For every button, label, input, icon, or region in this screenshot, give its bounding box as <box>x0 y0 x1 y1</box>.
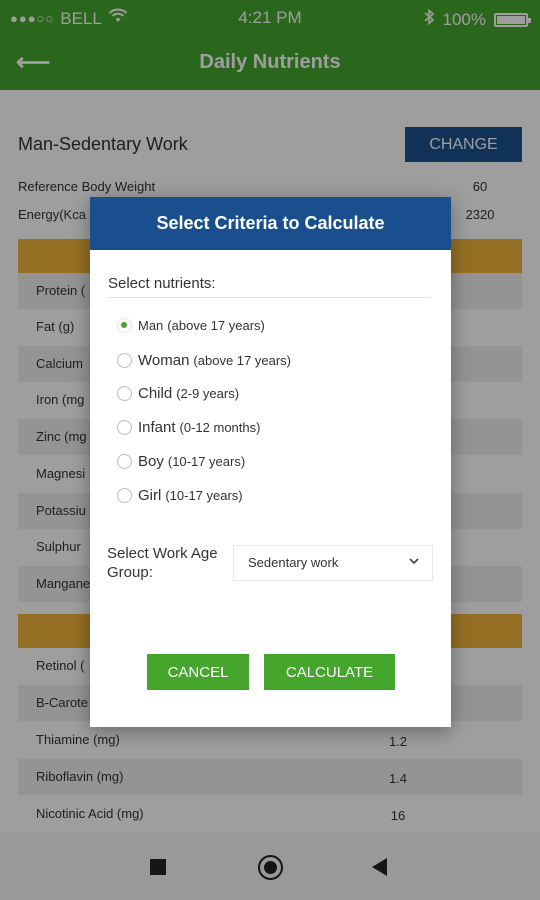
radio-option-boy[interactable]: Boy (10-17 years) <box>117 453 245 470</box>
radio-sublabel: (2-9 years) <box>176 386 240 401</box>
work-age-group-value: Sedentary work <box>248 555 339 570</box>
radio-label: Boy <box>138 453 164 470</box>
radio-option-woman[interactable]: Woman (above 17 years) <box>117 352 291 369</box>
radio-sublabel: (above 17 years) <box>193 353 291 368</box>
radio-option-man[interactable]: Man (above 17 years) <box>117 318 265 333</box>
radio-sublabel: (0-12 months) <box>179 420 261 435</box>
radio-selected-icon[interactable] <box>117 318 132 333</box>
divider <box>108 297 431 298</box>
radio-label: Girl <box>138 487 162 504</box>
select-nutrients-label: Select nutrients: <box>108 275 216 292</box>
radio-label: Child <box>138 385 173 402</box>
work-age-group-select[interactable]: Sedentary work <box>233 545 433 581</box>
radio-sublabel: (10-17 years) <box>165 488 243 503</box>
radio-label: Infant <box>138 419 176 436</box>
calculate-button[interactable]: CALCULATE <box>264 654 395 690</box>
radio-unselected-icon[interactable] <box>117 420 132 435</box>
work-age-group-label: Select Work Age Group: <box>107 545 218 581</box>
criteria-dialog: Select Criteria to Calculate Select nutr… <box>90 197 451 727</box>
radio-option-child[interactable]: Child (2-9 years) <box>117 385 239 402</box>
dialog-title: Select Criteria to Calculate <box>90 197 451 250</box>
radio-unselected-icon[interactable] <box>117 353 132 368</box>
radio-option-girl[interactable]: Girl (10-17 years) <box>117 487 243 504</box>
radio-sublabel: (10-17 years) <box>167 454 246 469</box>
radio-option-infant[interactable]: Infant (0-12 months) <box>117 419 260 436</box>
radio-unselected-icon[interactable] <box>117 454 132 469</box>
radio-label: Woman <box>138 352 190 369</box>
radio-label: Man <box>138 318 164 333</box>
cancel-button[interactable]: CANCEL <box>147 654 249 690</box>
radio-sublabel: (above 17 years) <box>167 318 265 333</box>
radio-unselected-icon[interactable] <box>117 488 132 503</box>
radio-unselected-icon[interactable] <box>117 386 132 401</box>
chevron-down-icon <box>408 554 420 570</box>
